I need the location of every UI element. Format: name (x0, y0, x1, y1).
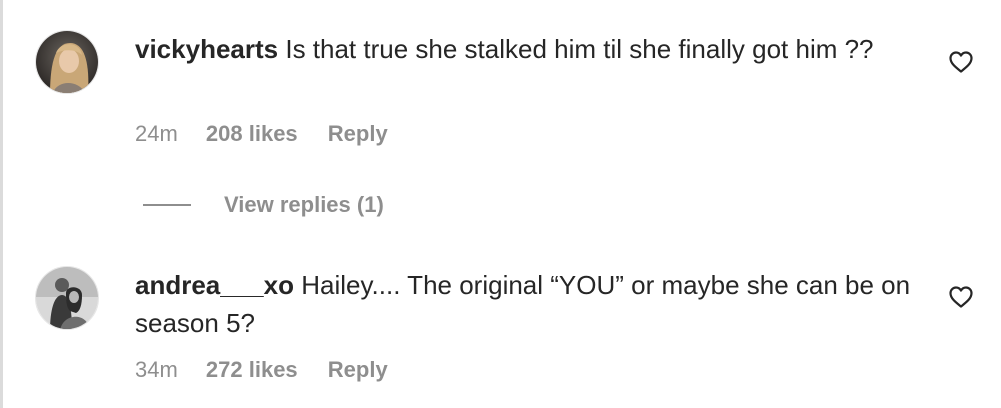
comment-time[interactable]: 34m (135, 355, 178, 385)
left-border (0, 0, 3, 408)
comment-body: andrea___xo Hailey.... The original “YOU… (135, 266, 925, 342)
profile-photo-icon (36, 267, 98, 329)
view-replies-label: View replies (1) (224, 192, 384, 217)
comment-username[interactable]: vickyhearts (135, 34, 278, 64)
avatar[interactable] (35, 30, 99, 94)
avatar[interactable] (35, 266, 99, 330)
replies-divider-line (143, 204, 191, 206)
comment-likes[interactable]: 208 likes (206, 119, 298, 149)
comment-likes[interactable]: 272 likes (206, 355, 298, 385)
comment-body: vickyhearts Is that true she stalked him… (135, 30, 925, 68)
view-replies-button[interactable]: View replies (1) (143, 189, 384, 221)
comment-time[interactable]: 24m (135, 119, 178, 149)
reply-button[interactable]: Reply (328, 119, 388, 149)
heart-icon[interactable] (948, 50, 974, 74)
comment-meta: 24m 208 likes Reply (135, 119, 388, 149)
comment-username[interactable]: andrea___xo (135, 270, 294, 300)
reply-button[interactable]: Reply (328, 355, 388, 385)
comment-text: Is that true she stalked him til she fin… (285, 34, 874, 64)
profile-photo-icon (36, 31, 98, 93)
heart-icon[interactable] (948, 285, 974, 309)
comment-meta: 34m 272 likes Reply (135, 355, 388, 385)
